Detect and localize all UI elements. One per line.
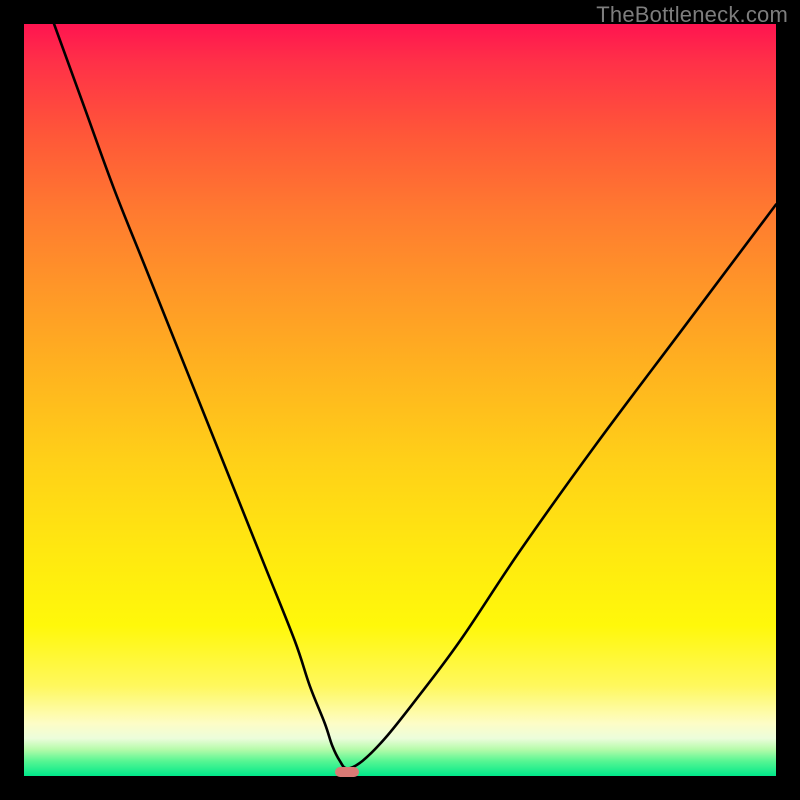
chart-container: TheBottleneck.com: [0, 0, 800, 800]
curve-svg: [24, 24, 776, 776]
plot-area: [24, 24, 776, 776]
bottleneck-curve-path: [54, 24, 776, 768]
minimum-marker: [335, 767, 359, 777]
